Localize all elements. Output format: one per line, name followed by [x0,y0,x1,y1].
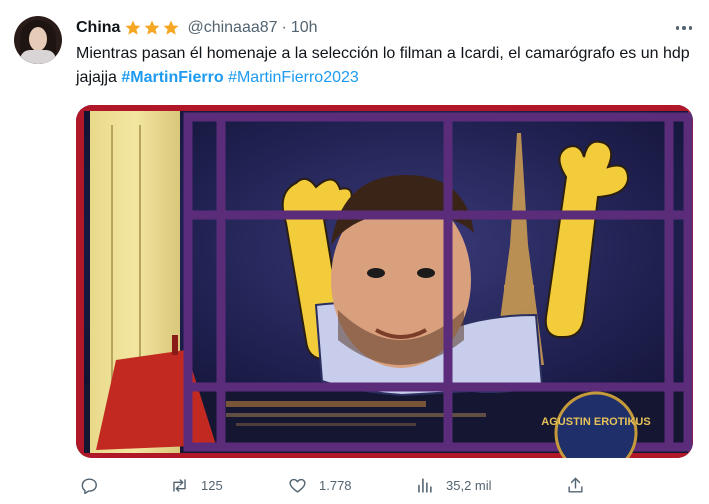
avatar-shirt [20,50,56,64]
star-icon [144,20,160,35]
avatar-face [29,27,47,51]
timestamp[interactable]: 10h [291,19,318,37]
views-icon [418,477,432,493]
share-button[interactable] [566,476,585,495]
like-button[interactable]: 1.778 [288,476,352,495]
star-icon [163,20,179,35]
author-handle[interactable]: @chinaaa87 [187,19,277,37]
retweet-button[interactable]: 125 [170,476,223,495]
tweet-text: Mientras pasan él homenaje a la selecció… [76,42,696,90]
author-name[interactable]: China [76,19,120,37]
meme-image: AGUSTIN EROTIKUS [76,105,693,458]
reply-button[interactable] [80,476,111,495]
tweet-image[interactable]: AGUSTIN EROTIKUS [76,105,693,458]
more-icon[interactable] [672,18,696,38]
share-icon [568,477,583,493]
hashtag-link[interactable]: #MartinFierro2023 [228,69,359,86]
retweet-count: 125 [201,477,223,493]
star-emojis [124,19,181,37]
views-count: 35,2 mil [446,477,492,493]
tweet[interactable]: China @chinaaa87 · 10h Mientras pasan él… [0,0,709,504]
hashtag-link[interactable]: #MartinFierro [121,69,223,86]
star-icon [125,20,141,35]
avatar[interactable] [14,16,62,64]
separator-dot: · [281,19,287,36]
views-button[interactable]: 35,2 mil [415,476,492,495]
watermark-text: AGUSTIN EROTIKUS [541,416,650,428]
action-bar: 125 1.778 35,2 mil [76,472,696,498]
retweet-icon [173,478,186,492]
heart-icon [289,478,306,493]
tweet-header: China @chinaaa87 · 10h [76,18,318,38]
like-count: 1.778 [319,477,352,493]
reply-icon [81,477,97,494]
